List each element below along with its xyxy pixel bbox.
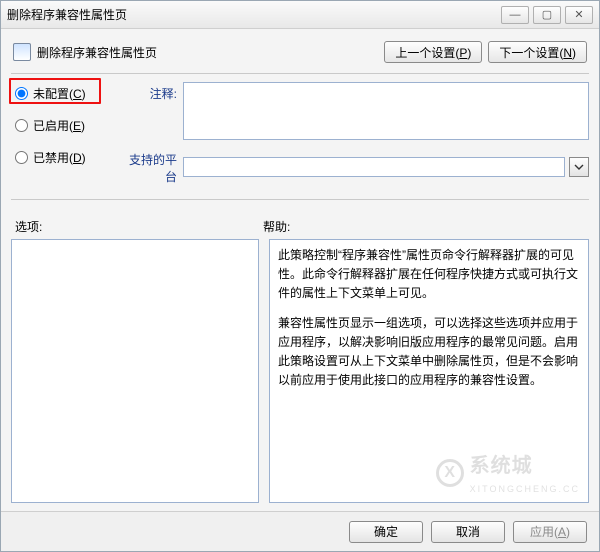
previous-setting-label: 上一个设置(P) <box>395 44 471 61</box>
watermark-icon: X <box>436 459 464 487</box>
apply-button[interactable]: 应用(A) <box>513 521 587 543</box>
panes: 此策略控制“程序兼容性”属性页命令行解释器扩展的可见性。此命令行解释器扩展在任何… <box>11 239 589 503</box>
notes-input[interactable] <box>183 82 589 140</box>
help-pane: 此策略控制“程序兼容性”属性页命令行解释器扩展的可见性。此命令行解释器扩展在任何… <box>269 239 589 503</box>
platform-input[interactable] <box>183 157 565 177</box>
close-button[interactable]: ✕ <box>565 6 593 24</box>
help-label: 帮助: <box>263 218 290 235</box>
divider-2 <box>11 199 589 200</box>
window-title: 删除程序兼容性属性页 <box>7 6 497 23</box>
next-setting-button[interactable]: 下一个设置(N) <box>488 41 587 63</box>
watermark: X 系统城 XITONGCHENG.CC <box>436 450 580 496</box>
previous-setting-button[interactable]: 上一个设置(P) <box>384 41 482 63</box>
cancel-button[interactable]: 取消 <box>431 521 505 543</box>
radio-disabled-input[interactable] <box>15 151 28 164</box>
radio-enabled-input[interactable] <box>15 119 28 132</box>
policy-icon <box>13 43 31 61</box>
radio-not-configured-label: 未配置(C) <box>33 85 86 102</box>
radio-not-configured-input[interactable] <box>15 87 28 100</box>
radio-enabled-label: 已启用(E) <box>33 117 85 134</box>
minimize-button[interactable]: — <box>501 6 529 24</box>
minimize-icon: — <box>510 9 521 21</box>
dialog-window: 删除程序兼容性属性页 — ▢ ✕ 删除程序兼容性属性页 上一个设置(P) 下一个… <box>0 0 600 552</box>
section-labels: 选项: 帮助: <box>11 208 589 239</box>
notes-label: 注释: <box>123 82 183 102</box>
next-setting-label: 下一个设置(N) <box>499 44 576 61</box>
radio-enabled[interactable]: 已启用(E) <box>15 114 123 136</box>
titlebar: 删除程序兼容性属性页 — ▢ ✕ <box>1 1 599 29</box>
maximize-button[interactable]: ▢ <box>533 6 561 24</box>
ok-button[interactable]: 确定 <box>349 521 423 543</box>
options-pane <box>11 239 259 503</box>
cancel-label: 取消 <box>456 523 480 540</box>
divider <box>11 73 589 74</box>
form-column: 注释: 支持的平台 <box>123 82 589 193</box>
watermark-text: 系统城 <box>470 455 533 477</box>
radio-disabled[interactable]: 已禁用(D) <box>15 146 123 168</box>
help-paragraph-1: 此策略控制“程序兼容性”属性页命令行解释器扩展的可见性。此命令行解释器扩展在任何… <box>278 246 580 304</box>
help-paragraph-2: 兼容性属性页显示一组选项，可以选择这些选项并应用于应用程序，以解决影响旧版应用程… <box>278 314 580 391</box>
platform-label: 支持的平台 <box>123 148 183 185</box>
client-area: 删除程序兼容性属性页 上一个设置(P) 下一个设置(N) 未配置(C) 已启用(… <box>1 29 599 511</box>
maximize-icon: ▢ <box>542 8 552 21</box>
ok-label: 确定 <box>374 523 398 540</box>
notes-row: 注释: <box>123 82 589 140</box>
options-label: 选项: <box>15 218 263 235</box>
chevron-down-icon <box>574 162 584 172</box>
radio-not-configured[interactable]: 未配置(C) <box>15 82 123 104</box>
header-row: 删除程序兼容性属性页 上一个设置(P) 下一个设置(N) <box>11 37 589 73</box>
close-icon: ✕ <box>574 8 583 21</box>
watermark-sub: XITONGCHENG.CC <box>470 482 580 496</box>
radio-disabled-label: 已禁用(D) <box>33 149 86 166</box>
platform-row: 支持的平台 <box>123 148 589 185</box>
config-area: 未配置(C) 已启用(E) 已禁用(D) 注释: 支持的平台 <box>11 82 589 199</box>
platform-expand-button[interactable] <box>569 157 589 177</box>
policy-title: 删除程序兼容性属性页 <box>37 44 378 61</box>
apply-label: 应用(A) <box>530 523 570 540</box>
footer: 确定 取消 应用(A) <box>1 511 599 551</box>
radio-column: 未配置(C) 已启用(E) 已禁用(D) <box>11 82 123 193</box>
